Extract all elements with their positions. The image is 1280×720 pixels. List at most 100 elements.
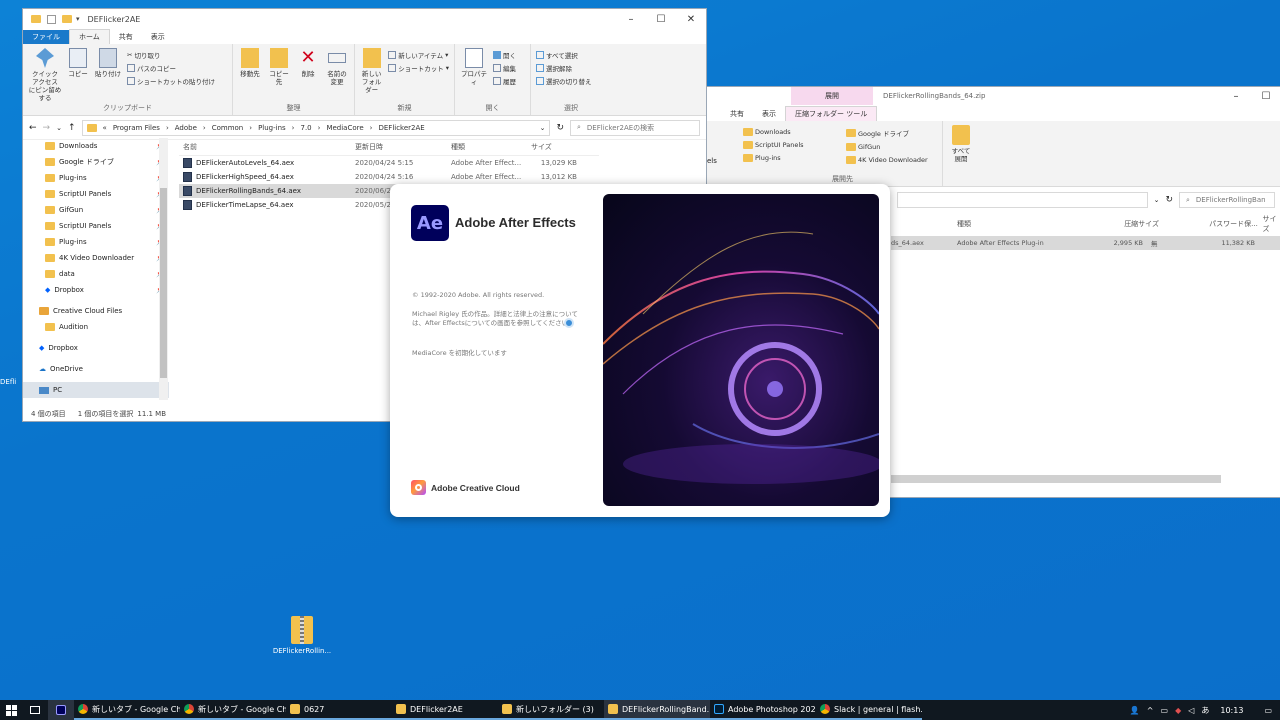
zip-search-input[interactable]: ⌕ DEFlickerRollingBan: [1179, 192, 1275, 208]
nav-item[interactable]: Plug-ins📌: [23, 234, 169, 250]
history-button[interactable]: 履歴: [493, 76, 516, 86]
taskbar-app[interactable]: Adobe Photoshop 2020: [710, 700, 816, 720]
move-to-button[interactable]: 移動先: [238, 48, 262, 103]
dest-item[interactable]: ScriptUI Panels: [743, 141, 841, 149]
nav-item[interactable]: Plug-ins📌: [23, 170, 169, 186]
col-header-size[interactable]: サイズ: [531, 142, 581, 152]
tray-ime-icon[interactable]: あ: [1201, 705, 1209, 716]
maximize-icon[interactable]: ☐: [646, 14, 676, 25]
checkbox-icon[interactable]: [47, 14, 56, 24]
clock[interactable]: 10:13: [1220, 706, 1243, 715]
nav-item[interactable]: 4K Video Downloader📌: [23, 250, 169, 266]
nav-item-dropbox[interactable]: ◆ Dropbox: [23, 340, 169, 356]
dest-item[interactable]: 4K Video Downloader: [846, 156, 928, 164]
invert-selection-button[interactable]: 選択の切り替え: [536, 76, 592, 86]
qat-dropdown-icon[interactable]: ▾: [76, 15, 80, 23]
dest-item[interactable]: GifGun: [846, 143, 928, 151]
back-icon[interactable]: ←: [29, 123, 37, 133]
taskbar-app[interactable]: Slack | general | flash...: [816, 700, 922, 720]
zip-dropdown-icon[interactable]: ⌄: [1154, 196, 1160, 204]
nav-item-creative-cloud[interactable]: Creative Cloud Files: [23, 303, 169, 319]
nav-item[interactable]: data📌: [23, 266, 169, 282]
nav-item[interactable]: GifGun📌: [23, 202, 169, 218]
copy-button[interactable]: コピー: [67, 48, 89, 103]
task-view-button[interactable]: [22, 700, 48, 720]
tab-home[interactable]: ホーム: [69, 29, 110, 44]
copy-to-button[interactable]: コピー先: [267, 48, 291, 103]
file-row[interactable]: DEFlickerAutoLevels_64.aex 2020/04/24 5:…: [179, 156, 599, 170]
delete-button[interactable]: ✕ 削除: [296, 48, 320, 103]
dest-item[interactable]: Plug-ins: [743, 154, 841, 162]
breadcrumb-item[interactable]: Plug-ins: [258, 124, 286, 132]
shortcut-button[interactable]: ショートカット ▾: [388, 63, 449, 73]
zip-hscrollbar[interactable]: [891, 475, 1221, 483]
col-header-type[interactable]: 種類: [451, 142, 531, 152]
zip-context-tab[interactable]: 展開: [791, 87, 873, 105]
breadcrumb-item[interactable]: DEFlicker2AE: [378, 124, 424, 132]
taskbar-app[interactable]: 新しいタブ - Google Ch...: [74, 700, 180, 720]
taskbar-app[interactable]: 新しいフォルダー (3): [498, 700, 604, 720]
nav-item[interactable]: Google ドライブ📌: [23, 154, 169, 170]
nav-item[interactable]: ScriptUI Panels📌: [23, 218, 169, 234]
dest-item[interactable]: Google ドライブ: [846, 128, 928, 138]
overflow-icon[interactable]: «: [103, 124, 107, 132]
rename-button[interactable]: 名前の変更: [325, 48, 349, 103]
breadcrumb-item[interactable]: 7.0: [300, 124, 311, 132]
maximize-icon[interactable]: ☐: [1251, 91, 1280, 102]
notification-icon[interactable]: ▭: [1264, 706, 1272, 715]
nav-item[interactable]: ScriptUI Panels📌: [23, 186, 169, 202]
properties-button[interactable]: プロパティ: [460, 48, 488, 103]
nav-item-pc[interactable]: PC: [23, 382, 169, 398]
select-all-button[interactable]: すべて選択: [536, 50, 592, 60]
new-item-button[interactable]: 新しいアイテム ▾: [388, 50, 449, 60]
edit-button[interactable]: 編集: [493, 63, 516, 73]
taskbar-after-effects[interactable]: [48, 700, 74, 720]
taskbar-app[interactable]: 0627: [286, 700, 392, 720]
nav-item-onedrive[interactable]: ☁ OneDrive: [23, 361, 169, 377]
col-header-name[interactable]: 名前: [179, 142, 355, 152]
tab-share[interactable]: 共有: [110, 30, 142, 44]
tab-view[interactable]: 表示: [142, 30, 174, 44]
col-header[interactable]: パスワード保...: [1209, 219, 1262, 229]
taskbar-app[interactable]: DEFlicker2AE: [392, 700, 498, 720]
col-header-date[interactable]: 更新日時: [355, 142, 451, 152]
refresh-icon[interactable]: ↻: [556, 123, 564, 133]
tray-volume-icon[interactable]: ◁: [1188, 706, 1194, 715]
nav-item[interactable]: Downloads📌: [23, 138, 169, 154]
breadcrumb-item[interactable]: MediaCore: [326, 124, 363, 132]
tray-app-icon[interactable]: ◆: [1175, 706, 1181, 715]
extract-all-button[interactable]: すべて 展開: [949, 125, 973, 186]
tab-file[interactable]: ファイル: [23, 30, 69, 44]
copy-path-button[interactable]: パスのコピー: [127, 63, 215, 73]
minimize-icon[interactable]: –: [1221, 91, 1251, 102]
zip-tab-view[interactable]: 表示: [753, 107, 785, 121]
col-header[interactable]: サイズ: [1262, 214, 1280, 234]
col-header[interactable]: 圧縮サイズ: [1124, 219, 1209, 229]
start-button[interactable]: [0, 700, 22, 720]
breadcrumb-item[interactable]: Program Files: [113, 124, 160, 132]
taskbar-app[interactable]: DEFlickerRollingBand...: [604, 700, 710, 720]
nav-item[interactable]: ◆Dropbox📌: [23, 282, 169, 298]
zip-address-box[interactable]: [897, 192, 1148, 208]
new-folder-button[interactable]: 新しい フォルダー: [360, 48, 383, 103]
paste-button[interactable]: 貼り付け: [94, 48, 122, 103]
pin-quick-access-button[interactable]: クイック アクセス にピン留めする: [28, 48, 62, 103]
nav-scroll-thumb[interactable]: [160, 188, 167, 378]
tray-chevron-icon[interactable]: ^: [1147, 706, 1154, 715]
zip-tab-compressed-tools[interactable]: 圧縮フォルダー ツール: [785, 106, 878, 121]
address-dropdown-icon[interactable]: ⌄: [540, 124, 550, 132]
tray-people-icon[interactable]: 👤: [1130, 706, 1140, 715]
nav-scrollbar[interactable]: [159, 138, 168, 400]
col-header[interactable]: 種類: [957, 219, 1022, 229]
cut-button[interactable]: ✂ 切り取り: [127, 50, 215, 60]
select-none-button[interactable]: 選択解除: [536, 63, 592, 73]
tray-network-icon[interactable]: ▭: [1161, 706, 1169, 715]
zip-file-row[interactable]: ds_64.aex Adobe After Effects Plug-in 2,…: [891, 236, 1280, 250]
file-row[interactable]: DEFlickerHighSpeed_64.aex 2020/04/24 5:1…: [179, 170, 599, 184]
forward-icon[interactable]: →: [43, 123, 51, 133]
open-button[interactable]: 開く: [493, 50, 516, 60]
desktop-zip-file[interactable]: DEFlickerRollin...: [270, 616, 334, 655]
search-input[interactable]: ⌕ DEFlicker2AEの検索: [570, 119, 700, 136]
taskbar-app[interactable]: 新しいタブ - Google Ch...: [180, 700, 286, 720]
up-icon[interactable]: ↑: [68, 123, 76, 133]
